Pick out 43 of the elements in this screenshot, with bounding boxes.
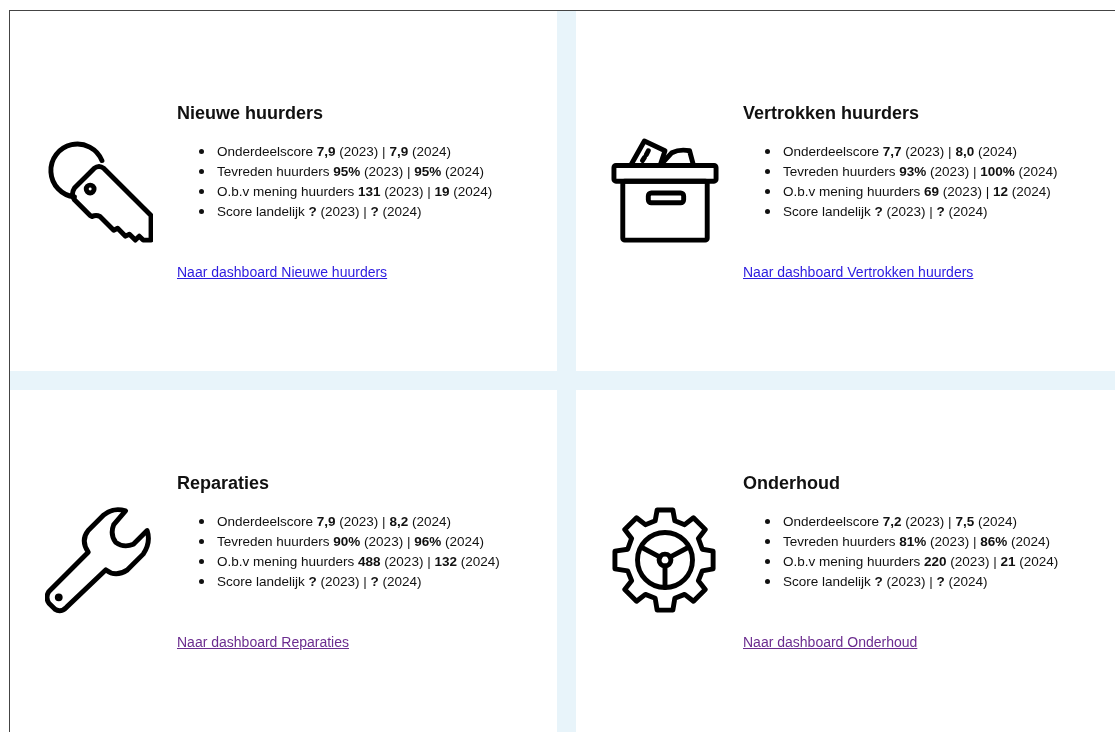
bullet-dot: [765, 169, 770, 174]
box-icon: [611, 137, 719, 245]
dashboard-link[interactable]: Naar dashboard Vertrokken huurders: [743, 263, 974, 280]
stat-line: O.b.v mening huurders 220 (2023) | 21 (2024): [783, 552, 1059, 571]
stat-line: Tevreden huurders 95% (2023) | 95% (2024): [217, 162, 484, 181]
stat-line: Score landelijk ? (2023) | ? (2024): [217, 572, 422, 591]
dashboard-link[interactable]: Naar dashboard Nieuwe huurders: [177, 263, 388, 280]
stat-line: Tevreden huurders 93% (2023) | 100% (2024): [783, 162, 1058, 181]
stat-line: O.b.v mening huurders 131 (2023) | 19 (2024): [217, 182, 493, 201]
bullet-dot: [765, 559, 770, 564]
stat-line: Tevreden huurders 90% (2023) | 96% (2024): [217, 532, 484, 551]
gear-icon: [611, 507, 719, 615]
stat-line: Score landelijk ? (2023) | ? (2024): [217, 202, 422, 221]
dashboard-link[interactable]: Naar dashboard Onderhoud: [743, 633, 918, 650]
bullet-dot: [765, 209, 770, 214]
stat-line: Tevreden huurders 81% (2023) | 86% (2024): [783, 532, 1050, 551]
card-title: Onderhoud: [743, 472, 841, 494]
card-title: Vertrokken huurders: [743, 102, 921, 124]
bullet-dot: [199, 519, 204, 524]
bullet-dot: [199, 189, 204, 194]
bullet-dot: [199, 559, 204, 564]
card-title: Nieuwe huurders: [177, 102, 325, 124]
stat-line: Onderdeelscore 7,9 (2023) | 7,9 (2024): [217, 142, 451, 161]
bullet-dot: [199, 169, 204, 174]
stat-line: O.b.v mening huurders 488 (2023) | 132 (2024): [217, 552, 500, 571]
bullet-dot: [199, 209, 204, 214]
stat-line: Onderdeelscore 7,7 (2023) | 8,0 (2024): [783, 142, 1017, 161]
stat-line: Score landelijk ? (2023) | ? (2024): [783, 572, 988, 591]
wrench-icon: [45, 507, 153, 615]
dashboard-link[interactable]: Naar dashboard Reparaties: [177, 633, 349, 650]
bullet-dot: [199, 579, 204, 584]
bullet-dot: [199, 149, 204, 154]
card-title: Reparaties: [177, 472, 271, 494]
stat-line: O.b.v mening huurders 69 (2023) | 12 (2024): [783, 182, 1051, 201]
bullet-dot: [765, 539, 770, 544]
stat-line: Onderdeelscore 7,2 (2023) | 7,5 (2024): [783, 512, 1017, 531]
bullet-dot: [199, 539, 204, 544]
stat-line: Onderdeelscore 7,9 (2023) | 8,2 (2024): [217, 512, 451, 531]
bullet-dot: [765, 149, 770, 154]
stat-line: Score landelijk ? (2023) | ? (2024): [783, 202, 988, 221]
bullet-dot: [765, 189, 770, 194]
bullet-dot: [765, 579, 770, 584]
bullet-dot: [765, 519, 770, 524]
